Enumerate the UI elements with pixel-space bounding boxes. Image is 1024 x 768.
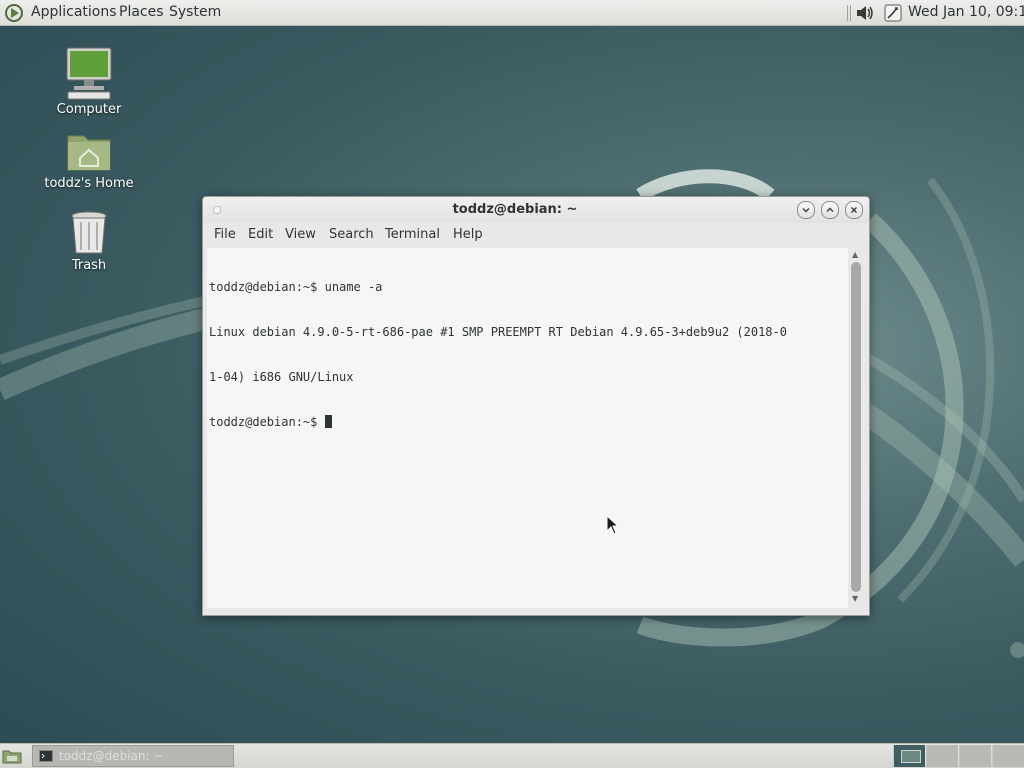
top-panel: Applications Places System Wed Jan 10, 0… [0,0,1024,26]
tray-separator-handle [847,5,851,21]
clock[interactable]: Wed Jan 10, 09:18 [908,4,1024,20]
trash-icon [71,211,107,254]
desktop-icon-home[interactable]: toddz's Home [34,130,144,191]
terminal-titlebar[interactable]: toddz@debian: ~ [203,197,869,223]
debian-menu-icon[interactable] [4,3,24,23]
applications-menu[interactable]: Applications [31,4,117,20]
desktop-icon-label: toddz's Home [44,176,134,191]
desktop-icon-trash[interactable]: Trash [34,210,144,273]
window-title: toddz@debian: ~ [452,202,578,217]
menu-help[interactable]: Help [453,227,483,242]
scroll-up-icon[interactable]: ▲ [852,250,858,259]
desktop: Applications Places System Wed Jan 10, 0… [0,0,1024,768]
volume-icon[interactable] [855,4,875,22]
menu-terminal[interactable]: Terminal [385,227,440,242]
terminal-output[interactable]: toddz@debian:~$ uname -a Linux debian 4.… [207,248,848,608]
maximize-icon [826,207,834,212]
terminal-window[interactable]: toddz@debian: ~ File Edit View Search Te… [202,196,870,616]
show-desktop-icon[interactable] [2,748,22,764]
system-menu[interactable]: System [169,4,221,20]
close-button[interactable] [845,201,863,219]
menu-view[interactable]: View [285,227,316,242]
scroll-down-icon[interactable]: ▼ [852,594,858,603]
taskbar-item-terminal[interactable]: toddz@debian: ~ [32,745,234,767]
terminal-line: 1-04) i686 GNU/Linux [209,370,354,384]
maximize-button[interactable] [821,201,839,219]
workspace-3[interactable] [959,745,991,767]
network-icon[interactable] [884,4,902,22]
terminal-icon [39,750,53,762]
desktop-icon-label: Computer [56,102,122,117]
scrollbar-thumb[interactable] [851,262,861,592]
desktop-icon-computer[interactable]: Computer [34,46,144,117]
home-folder-icon [67,135,111,171]
mouse-pointer-icon [606,515,620,535]
places-menu[interactable]: Places [119,4,164,20]
terminal-line: Linux debian 4.9.0-5-rt-686-pae #1 SMP P… [209,325,787,339]
taskbar-item-label: toddz@debian: ~ [59,749,164,763]
terminal-scrollbar[interactable]: ▲ ▼ [849,248,863,608]
minimize-button[interactable] [797,201,815,219]
workspace-4[interactable] [992,745,1024,767]
menu-search[interactable]: Search [329,227,374,242]
menu-edit[interactable]: Edit [248,227,273,242]
terminal-prompt-line: toddz@debian:~$ [209,415,848,430]
minimize-icon [802,208,810,213]
bottom-panel: toddz@debian: ~ [0,743,1024,768]
text-cursor [324,415,332,428]
terminal-prompt: toddz@debian:~$ [209,415,325,429]
workspace-2[interactable] [926,745,958,767]
desktop-icon-label: Trash [71,258,107,273]
workspace-1[interactable] [893,745,925,767]
computer-icon [66,47,112,100]
terminal-menubar: File Edit View Search Terminal Help [203,223,869,247]
terminal-line: toddz@debian:~$ uname -a [209,280,383,294]
menu-file[interactable]: File [214,227,236,242]
close-icon [851,207,857,213]
